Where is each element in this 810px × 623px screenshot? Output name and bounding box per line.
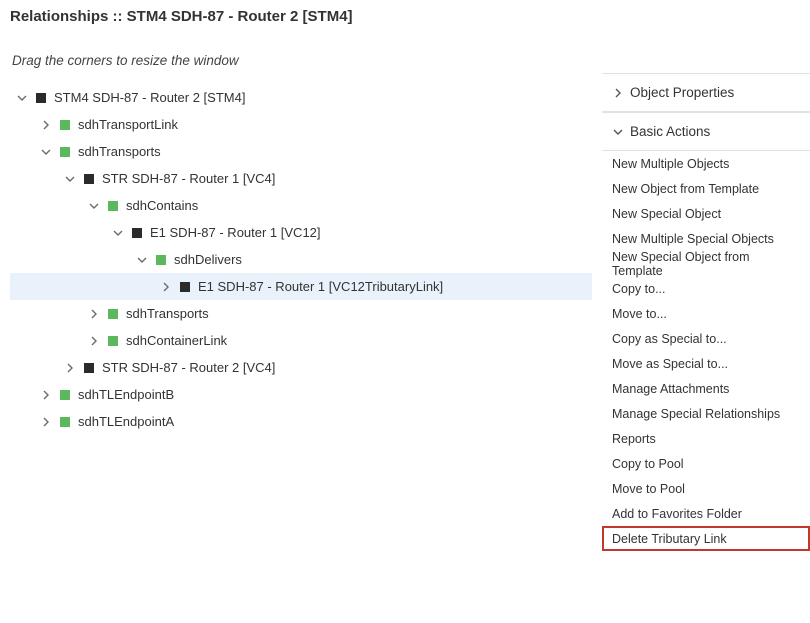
object-icon (132, 228, 142, 238)
tree-node-label: E1 SDH-87 - Router 1 [VC12] (150, 225, 321, 240)
relation-icon (156, 255, 166, 265)
side-panel: Object Properties Basic Actions New Mult… (602, 35, 810, 623)
chevron-down-icon[interactable] (110, 228, 126, 238)
action-item[interactable]: New Multiple Special Objects (602, 226, 810, 251)
chevron-right-icon[interactable] (86, 336, 102, 346)
chevron-right-icon[interactable] (38, 417, 54, 427)
action-item[interactable]: Manage Special Relationships (602, 401, 810, 426)
basic-actions-panel-header[interactable]: Basic Actions (602, 113, 810, 151)
object-icon (180, 282, 190, 292)
object-properties-label: Object Properties (630, 85, 734, 100)
tree-node[interactable]: sdhDelivers (10, 246, 592, 273)
action-item[interactable]: Copy as Special to... (602, 326, 810, 351)
action-item[interactable]: New Object from Template (602, 176, 810, 201)
chevron-down-icon (612, 127, 624, 137)
chevron-down-icon[interactable] (38, 147, 54, 157)
tree-node[interactable]: sdhTransports (10, 138, 592, 165)
relation-icon (60, 120, 70, 130)
tree-node-label: sdhTLEndpointB (78, 387, 174, 402)
relationships-tree: STM4 SDH-87 - Router 2 [STM4] sdhTranspor… (10, 84, 592, 435)
action-item[interactable]: Move as Special to... (602, 351, 810, 376)
object-icon (36, 93, 46, 103)
chevron-down-icon[interactable] (62, 174, 78, 184)
tree-node-label: STR SDH-87 - Router 1 [VC4] (102, 171, 275, 186)
action-item[interactable]: Add to Favorites Folder (602, 501, 810, 526)
tree-node[interactable]: sdhContainerLink (10, 327, 592, 354)
tree-node-label: sdhDelivers (174, 252, 242, 267)
basic-actions-label: Basic Actions (630, 124, 710, 139)
chevron-right-icon[interactable] (38, 390, 54, 400)
object-properties-panel-header[interactable]: Object Properties (602, 74, 810, 112)
page-title: Relationships :: STM4 SDH-87 - Router 2 … (0, 0, 810, 35)
relation-icon (60, 417, 70, 427)
tree-node-label: sdhContainerLink (126, 333, 227, 348)
relation-icon (60, 147, 70, 157)
chevron-right-icon (612, 88, 624, 98)
chevron-down-icon[interactable] (134, 255, 150, 265)
action-item[interactable]: Copy to... (602, 276, 810, 301)
chevron-right-icon[interactable] (38, 120, 54, 130)
tree-node[interactable]: sdhContains (10, 192, 592, 219)
tree-node-label: STR SDH-87 - Router 2 [VC4] (102, 360, 275, 375)
tree-node-label: STM4 SDH-87 - Router 2 [STM4] (54, 90, 245, 105)
object-icon (84, 363, 94, 373)
action-item[interactable]: Reports (602, 426, 810, 451)
action-item[interactable]: New Special Object (602, 201, 810, 226)
chevron-right-icon[interactable] (86, 309, 102, 319)
tree-node[interactable]: STR SDH-87 - Router 2 [VC4] (10, 354, 592, 381)
tree-node[interactable]: STR SDH-87 - Router 1 [VC4] (10, 165, 592, 192)
tree-node-label: sdhContains (126, 198, 198, 213)
basic-actions-list: New Multiple ObjectsNew Object from Temp… (602, 151, 810, 551)
tree-node-label: sdhTransportLink (78, 117, 178, 132)
chevron-right-icon[interactable] (62, 363, 78, 373)
tree-node[interactable]: sdhTLEndpointA (10, 408, 592, 435)
tree-node[interactable]: sdhTransportLink (10, 111, 592, 138)
action-item[interactable]: Manage Attachments (602, 376, 810, 401)
tree-node-label: E1 SDH-87 - Router 1 [VC12TributaryLink] (198, 279, 443, 294)
action-item[interactable]: Move to Pool (602, 476, 810, 501)
tree-node-label: sdhTransports (126, 306, 209, 321)
tree-node-label: sdhTLEndpointA (78, 414, 174, 429)
tree-node[interactable]: STM4 SDH-87 - Router 2 [STM4] (10, 84, 592, 111)
relation-icon (108, 336, 118, 346)
relation-icon (108, 201, 118, 211)
relation-icon (60, 390, 70, 400)
tree-node[interactable]: E1 SDH-87 - Router 1 [VC12TributaryLink] (10, 273, 592, 300)
resize-hint: Drag the corners to resize the window (10, 35, 592, 84)
action-item[interactable]: Copy to Pool (602, 451, 810, 476)
tree-node[interactable]: E1 SDH-87 - Router 1 [VC12] (10, 219, 592, 246)
object-icon (84, 174, 94, 184)
action-item[interactable]: Move to... (602, 301, 810, 326)
relation-icon (108, 309, 118, 319)
tree-pane: Drag the corners to resize the window ST… (0, 35, 602, 623)
action-item[interactable]: New Special Object from Template (602, 251, 810, 276)
tree-node[interactable]: sdhTransports (10, 300, 592, 327)
tree-node[interactable]: sdhTLEndpointB (10, 381, 592, 408)
action-item[interactable]: Delete Tributary Link (602, 526, 810, 551)
chevron-down-icon[interactable] (86, 201, 102, 211)
action-item[interactable]: New Multiple Objects (602, 151, 810, 176)
tree-node-label: sdhTransports (78, 144, 161, 159)
chevron-down-icon[interactable] (14, 93, 30, 103)
chevron-right-icon[interactable] (158, 282, 174, 292)
